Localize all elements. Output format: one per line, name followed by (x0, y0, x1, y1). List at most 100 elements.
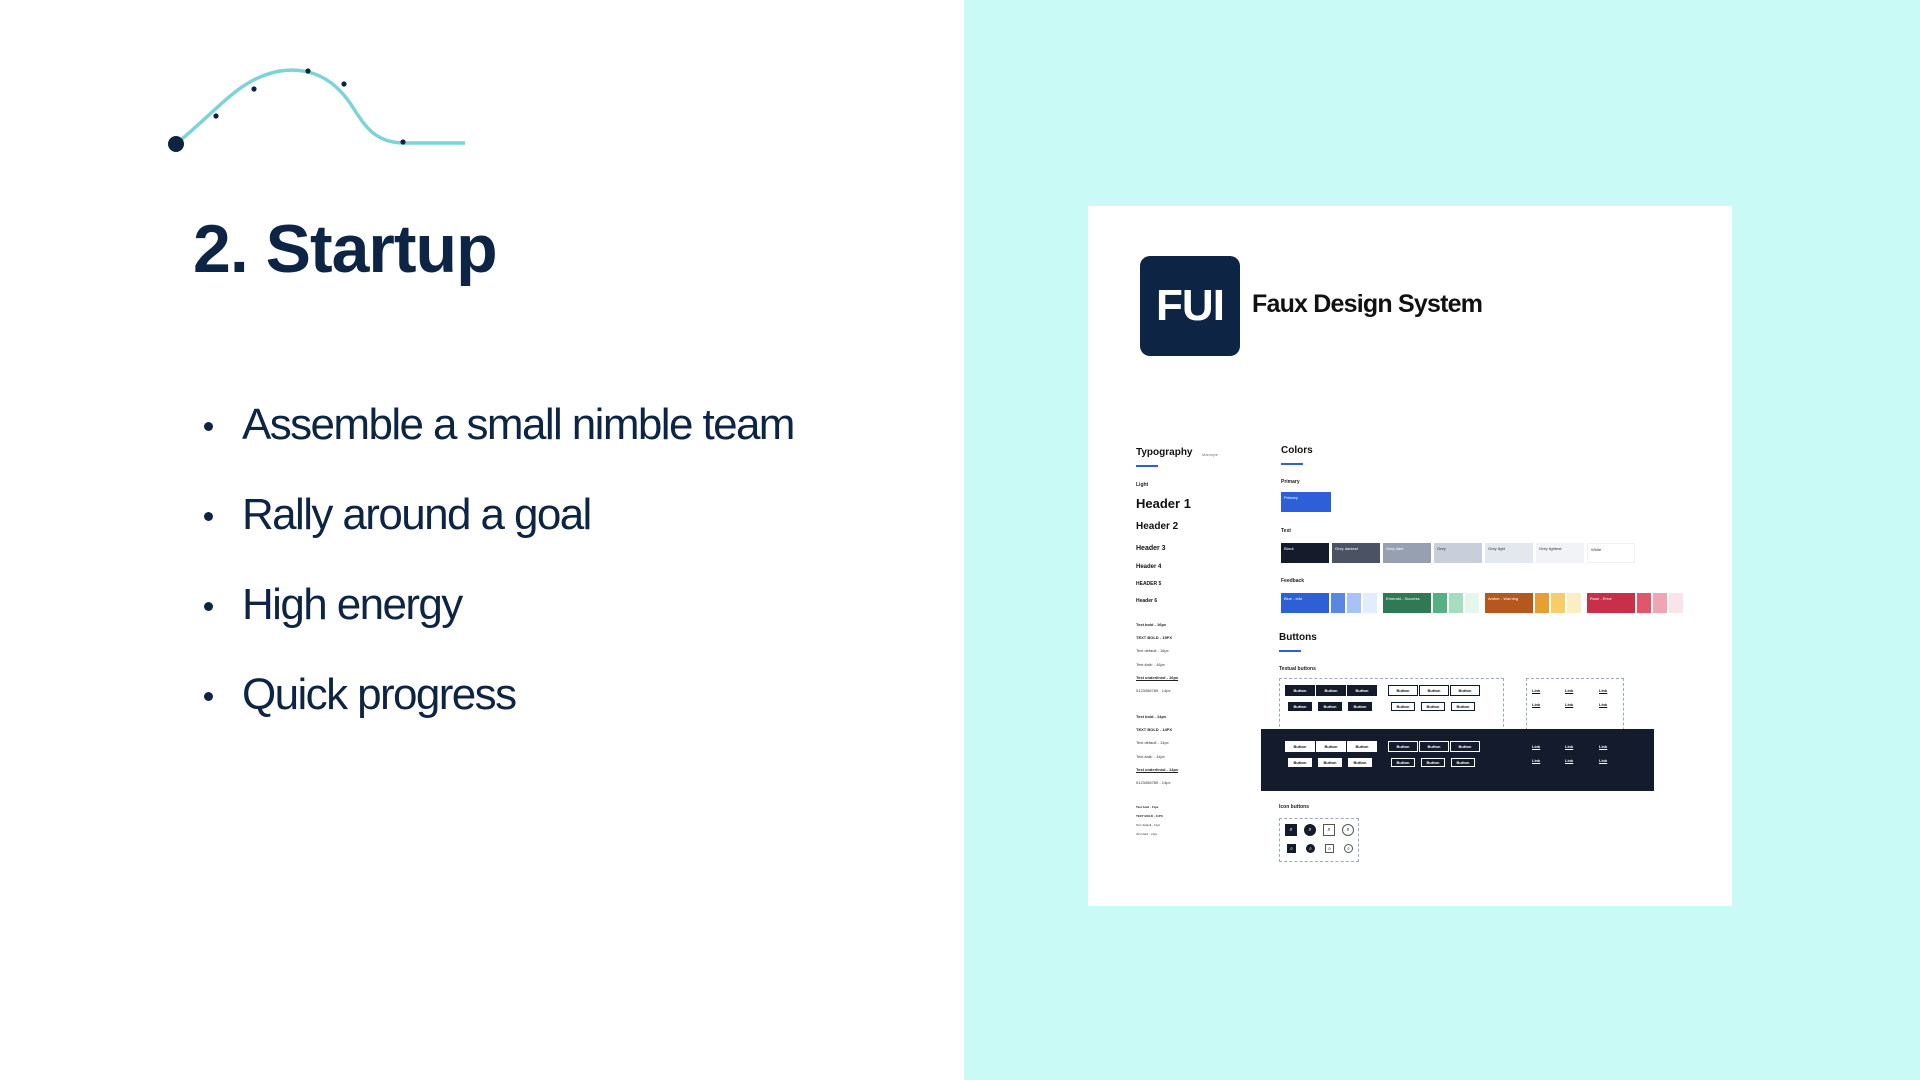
primary-button[interactable]: Button (1316, 685, 1346, 696)
typography-underline (1136, 465, 1158, 467)
inverse-outline-button[interactable]: Button (1419, 741, 1449, 752)
inverse-button[interactable]: Button (1316, 741, 1346, 752)
text-style-sample: Text default - 14px (1136, 740, 1169, 745)
inverse-outline-small-button[interactable]: Button (1421, 758, 1445, 767)
primary-label: Primary (1281, 479, 1300, 485)
warning-tint-swatch (1551, 593, 1565, 613)
bullet-dot (204, 512, 213, 521)
inverse-outline-button[interactable]: Button (1388, 741, 1418, 752)
text-style-sample: Text default - 11px (1136, 823, 1161, 827)
link-button[interactable]: Link (1599, 688, 1607, 693)
search-icon[interactable]: ⌕ (1306, 844, 1315, 853)
primary-small-button[interactable]: Button (1288, 702, 1312, 711)
text-style-sample: Text underlined - 16px (1136, 675, 1179, 680)
text-style-sample: TEXT BOLD - 14PX (1136, 727, 1173, 732)
inverse-link[interactable]: Link (1565, 758, 1573, 763)
inverse-link[interactable]: Link (1532, 744, 1540, 749)
inverse-outline-small-button[interactable]: Button (1391, 758, 1415, 767)
header-1-sample: Header 1 (1136, 496, 1191, 511)
progress-curve-graphic (168, 68, 465, 152)
secondary-button[interactable]: Button (1450, 685, 1480, 696)
secondary-button[interactable]: Button (1388, 685, 1418, 696)
design-system-preview: FUI Faux Design System Typography Manrop… (1088, 206, 1732, 906)
error-tint-swatch (1653, 593, 1667, 613)
text-style-sample: Text italic - 14px (1136, 754, 1165, 759)
link-button[interactable]: Link (1565, 702, 1573, 707)
text-swatch-grey: Grey (1434, 543, 1482, 563)
feedback-label: Feedback (1281, 578, 1305, 584)
secondary-small-button[interactable]: Button (1451, 702, 1475, 711)
slide-left-pane: 2. Startup Assemble a small nimble team … (0, 0, 964, 1080)
buttons-title: Buttons (1279, 632, 1317, 643)
text-swatch-grey-dark: Grey dark (1383, 543, 1431, 563)
search-icon[interactable]: ⌕ (1325, 844, 1334, 853)
bullet-list: Assemble a small nimble team Rally aroun… (200, 393, 795, 753)
info-tint-swatch (1347, 593, 1361, 613)
text-style-sample: Text italic - 11px (1136, 832, 1158, 836)
inverse-button[interactable]: Button (1285, 741, 1315, 752)
secondary-small-button[interactable]: Button (1391, 702, 1415, 711)
search-icon[interactable]: ⌕ (1342, 824, 1354, 836)
link-button[interactable]: Link (1599, 702, 1607, 707)
warning-tint-swatch (1567, 593, 1581, 613)
primary-small-button[interactable]: Button (1318, 702, 1342, 711)
primary-button[interactable]: Button (1285, 685, 1315, 696)
bullet-item: High energy (200, 573, 794, 663)
text-style-sample: 0123456789 - 14px (1136, 780, 1171, 785)
inverse-link[interactable]: Link (1599, 744, 1607, 749)
text-style-sample: Text bold - 16px (1136, 622, 1167, 627)
fui-logo: FUI (1140, 256, 1240, 356)
inverse-button[interactable]: Button (1347, 741, 1377, 752)
inverse-outline-small-button[interactable]: Button (1451, 758, 1475, 767)
warning-tint-swatch (1535, 593, 1549, 613)
success-tint-swatch (1449, 593, 1463, 613)
bullet-dot (204, 602, 213, 611)
inverse-link[interactable]: Link (1532, 758, 1540, 763)
bullet-item: Assemble a small nimble team (200, 393, 795, 483)
header-4-sample: Header 4 (1136, 564, 1162, 570)
secondary-small-button[interactable]: Button (1421, 702, 1445, 711)
inverse-small-button[interactable]: Button (1318, 758, 1342, 767)
bullet-dot (204, 692, 213, 701)
error-tint-swatch (1637, 593, 1651, 613)
search-icon[interactable]: ⌕ (1287, 844, 1296, 853)
bullet-text: Quick progress (242, 670, 517, 719)
bullet-text: Assemble a small nimble team (242, 400, 795, 449)
design-system-name: Faux Design System (1252, 290, 1483, 318)
inverse-link[interactable]: Link (1565, 744, 1573, 749)
text-style-sample: Text underlined - 14px (1136, 767, 1179, 772)
feedback-swatch-warning: Amber - Warning (1485, 593, 1533, 613)
colors-title: Colors (1281, 445, 1313, 456)
text-style-sample: TEXT BOLD - 11PX (1136, 814, 1163, 818)
typography-tag: Manrope (1202, 452, 1218, 457)
text-style-sample: Text bold - 11px (1136, 805, 1159, 809)
text-colors-label: Text (1281, 528, 1291, 534)
text-style-sample: Text default - 16px (1136, 648, 1169, 653)
inverse-small-button[interactable]: Button (1348, 758, 1372, 767)
primary-button[interactable]: Button (1347, 685, 1377, 696)
secondary-button[interactable]: Button (1419, 685, 1449, 696)
inverse-link[interactable]: Link (1599, 758, 1607, 763)
text-style-sample: Text italic - 16px (1136, 662, 1165, 667)
bullet-item: Rally around a goal (200, 483, 794, 573)
text-swatch-black: Black (1281, 543, 1329, 563)
search-icon[interactable]: ⌕ (1304, 824, 1316, 836)
bullet-dot (204, 422, 213, 431)
primary-small-button[interactable]: Button (1348, 702, 1372, 711)
search-icon[interactable]: ⌕ (1285, 824, 1297, 836)
link-button[interactable]: Link (1532, 702, 1540, 707)
link-button[interactable]: Link (1532, 688, 1540, 693)
text-swatch-white: White (1587, 543, 1635, 563)
primary-swatch: Primary (1281, 492, 1331, 512)
success-tint-swatch (1433, 593, 1447, 613)
link-button[interactable]: Link (1565, 688, 1573, 693)
search-icon[interactable]: ⌕ (1344, 844, 1353, 853)
inverse-outline-button[interactable]: Button (1450, 741, 1480, 752)
text-swatch-grey-light: Grey light (1485, 543, 1533, 563)
bullet-text: High energy (242, 580, 463, 629)
search-icon[interactable]: ⌕ (1323, 824, 1335, 836)
inverse-small-button[interactable]: Button (1288, 758, 1312, 767)
textual-buttons-label: Textual buttons (1279, 666, 1316, 672)
slide-title: 2. Startup (193, 211, 498, 287)
feedback-swatch-error: Rose - Error (1587, 593, 1635, 613)
